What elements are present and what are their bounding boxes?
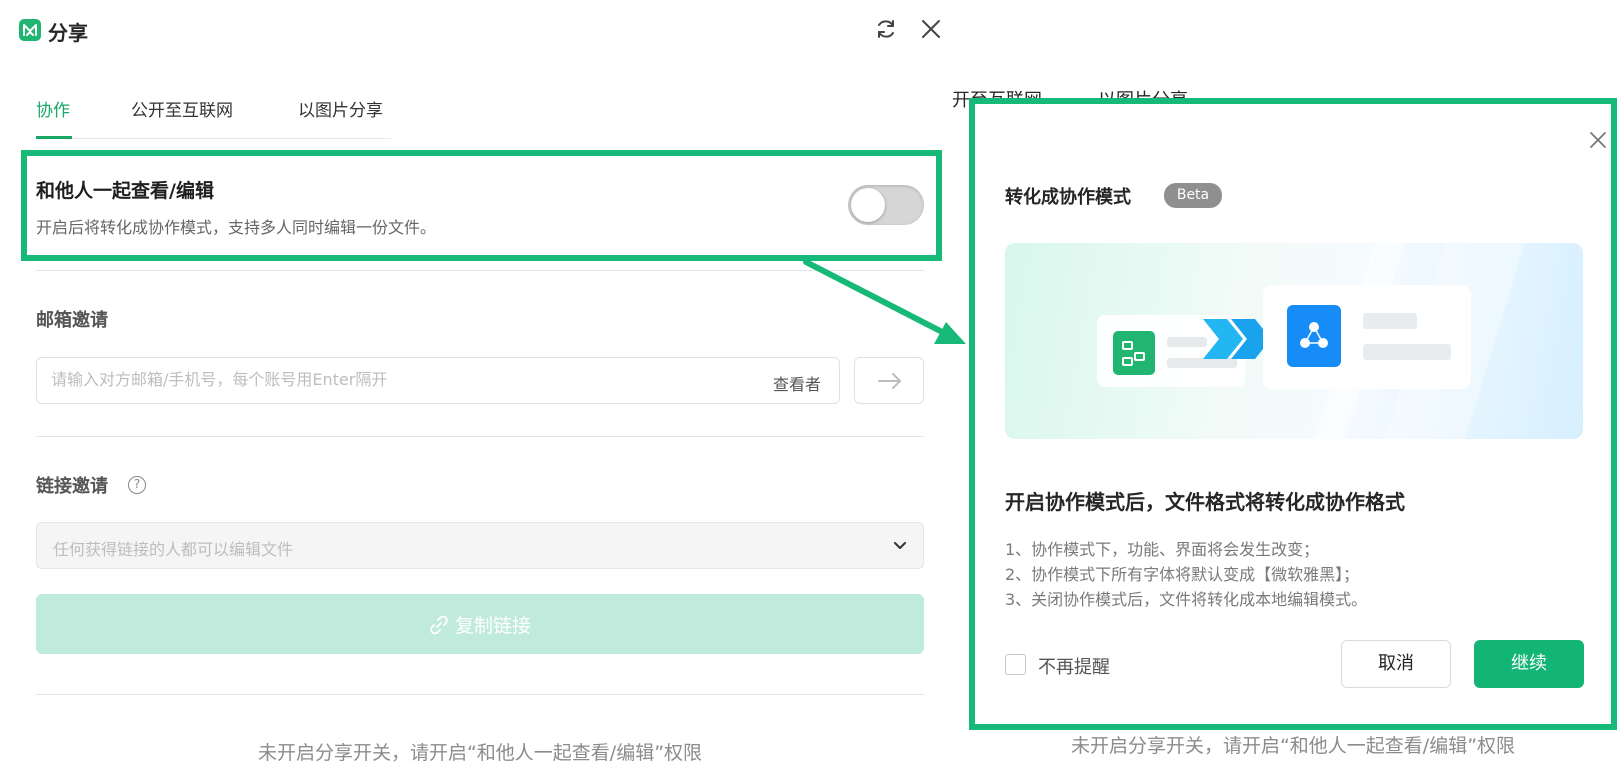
annotation-arrow <box>803 259 966 344</box>
screenshot-root: 分享 协作 公开至互联网 以图片分享 和他人一起查看/编辑 开启后将转化成协作模… <box>0 0 1624 783</box>
